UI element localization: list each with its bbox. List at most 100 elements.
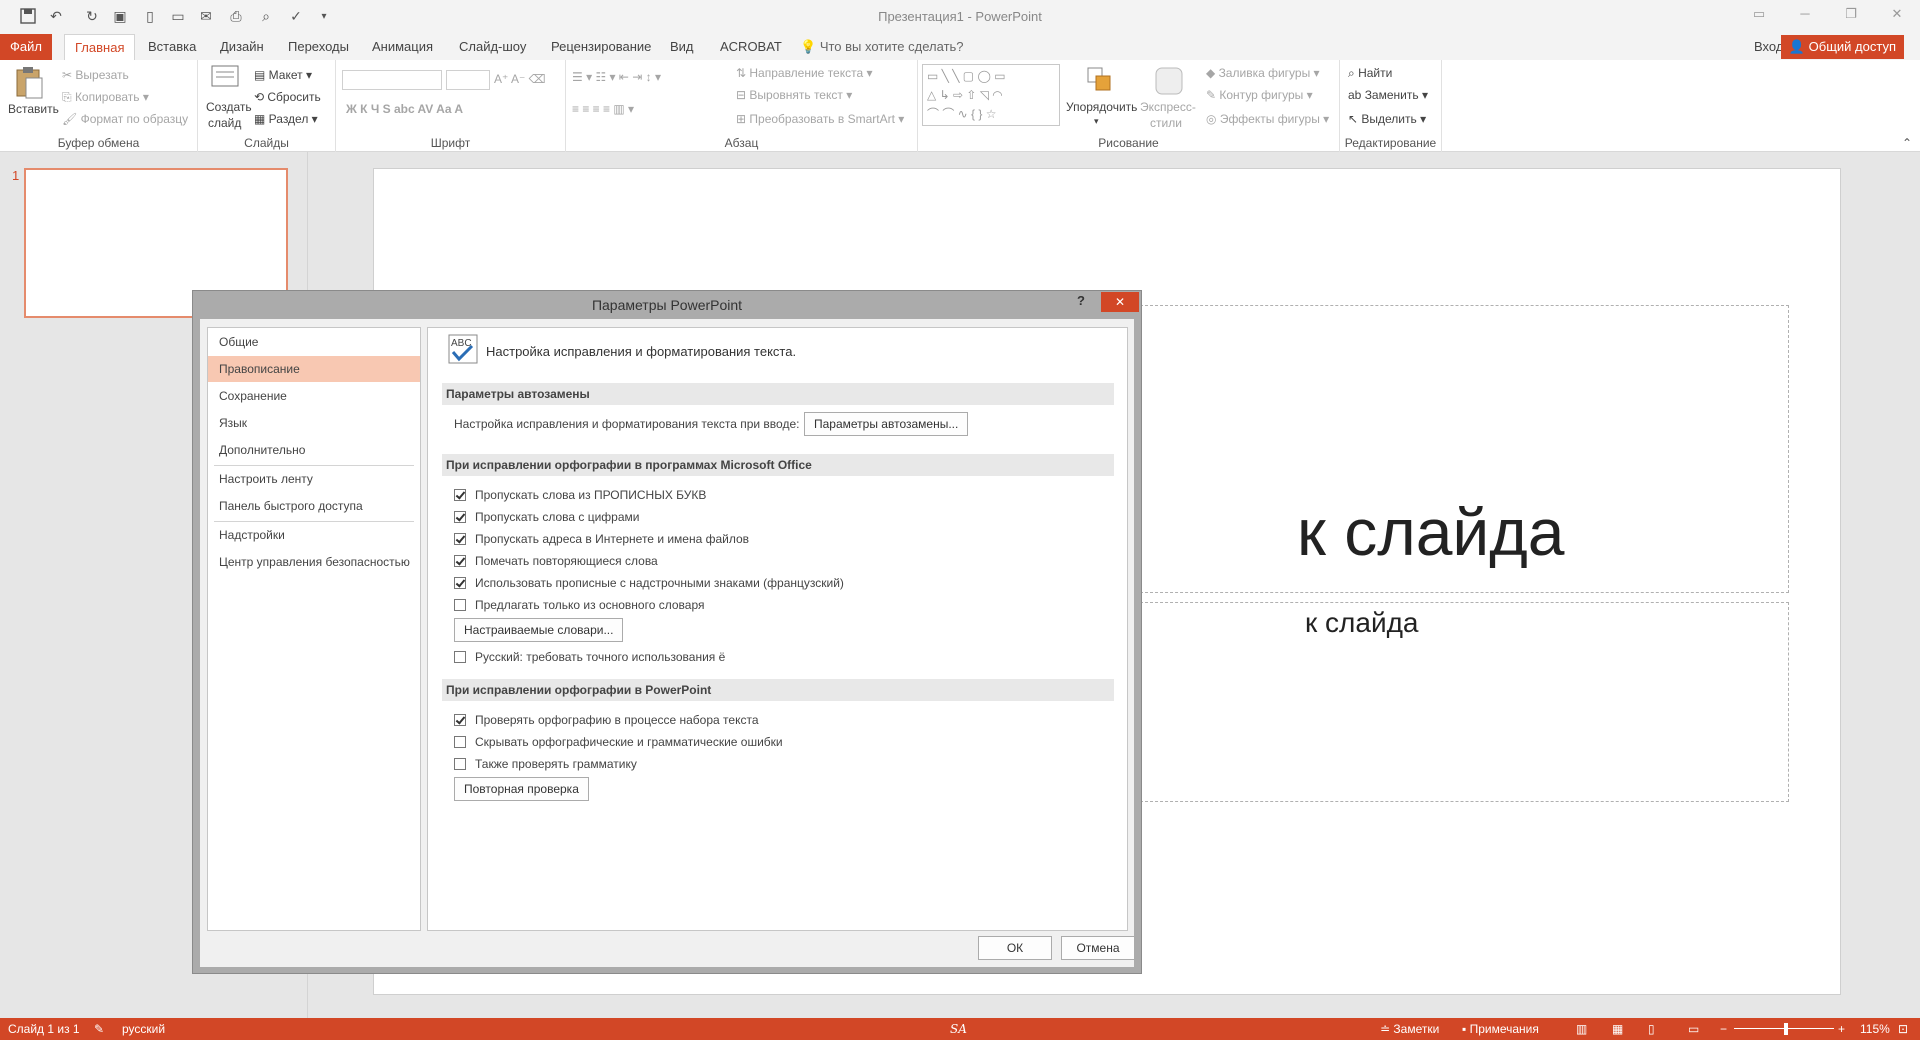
grow-font-icon[interactable]: A⁺ A⁻ ⌫ (494, 72, 546, 86)
slide-count[interactable]: Слайд 1 из 1 (8, 1022, 80, 1036)
collapse-ribbon-icon[interactable]: ⌃ (1902, 136, 1912, 150)
option-russian-yo[interactable]: Русский: требовать точного использования… (454, 648, 725, 666)
paste-button[interactable]: Вставить (8, 102, 59, 116)
quick-styles-label2[interactable]: стили (1150, 116, 1182, 130)
zoom-out-icon[interactable]: − (1720, 1022, 1727, 1036)
shape-outline-button[interactable]: ✎ Контур фигуры ▾ (1206, 88, 1313, 102)
option-ignore-numbers[interactable]: Пропускать слова с цифрами (454, 508, 639, 526)
cut-button[interactable]: ✂ Вырезать (62, 68, 129, 82)
shape-effects-button[interactable]: ◎ Эффекты фигуры ▾ (1206, 112, 1329, 126)
format-painter-button[interactable]: 🖌 Формат по образцу (62, 112, 188, 126)
find-button[interactable]: ⌕ Найти (1348, 66, 1392, 81)
font-size-select[interactable] (446, 70, 490, 90)
new-slide-label2[interactable]: слайд (208, 116, 241, 130)
checkbox[interactable] (454, 758, 466, 770)
replace-button[interactable]: ab Заменить ▾ (1348, 88, 1428, 102)
option-main-dictionary[interactable]: Предлагать только из основного словаря (454, 596, 704, 614)
checkbox[interactable] (454, 511, 466, 523)
checkbox[interactable] (454, 714, 466, 726)
select-button[interactable]: ↖ Выделить ▾ (1348, 112, 1426, 126)
zoom-in-icon[interactable]: + (1838, 1022, 1845, 1036)
smartart-button[interactable]: ⊞ Преобразовать в SmartArt ▾ (736, 112, 904, 126)
cancel-button[interactable]: Отмена (1061, 936, 1135, 960)
tab-file[interactable]: Файл (0, 34, 52, 60)
comments-button[interactable]: ▪ Примечания (1462, 1022, 1539, 1036)
paste-icon[interactable] (14, 66, 44, 99)
normal-view-icon[interactable]: ▥ (1576, 1022, 1587, 1036)
share-button[interactable]: 👤 Общий доступ (1780, 35, 1904, 59)
layout-button[interactable]: ▤ Макет ▾ (254, 68, 312, 82)
shape-fill-button[interactable]: ◆ Заливка фигуры ▾ (1206, 66, 1320, 80)
tab-home[interactable]: Главная (64, 34, 136, 60)
font-name-select[interactable] (342, 70, 442, 90)
ribbon-display-icon[interactable]: ▭ (1748, 6, 1770, 26)
fit-slide-icon[interactable]: ⊡ (1898, 1022, 1908, 1036)
nav-item-language[interactable]: Язык (208, 410, 420, 436)
nav-item-trust-center[interactable]: Центр управления безопасностью (208, 549, 420, 575)
nav-item-addins[interactable]: Надстройки (208, 522, 420, 548)
tab-insert[interactable]: Вставка (138, 34, 206, 60)
close-icon[interactable]: ✕ (1101, 292, 1139, 312)
ok-button[interactable]: ОК (978, 936, 1052, 960)
arrange-button[interactable]: Упорядочить (1066, 100, 1137, 114)
arrange-icon[interactable] (1086, 66, 1116, 96)
option-check-as-type[interactable]: Проверять орфографию в процессе набора т… (454, 711, 759, 729)
checkbox[interactable] (454, 599, 466, 611)
shapes-gallery[interactable]: ▭ ╲ ╲ ▢ ◯ ▭ △ ↳ ⇨ ⇧ ◹ ◠ ⌒ ⌒ ∿ { } ☆ (922, 64, 1060, 126)
minimize-icon[interactable]: ─ (1794, 6, 1816, 26)
autocorrect-options-button[interactable]: Параметры автозамены... (804, 412, 969, 436)
nav-item-proofing[interactable]: Правописание (208, 356, 420, 382)
section-button[interactable]: ▦ Раздел ▾ (254, 112, 318, 126)
align-text-button[interactable]: ⊟ Выровнять текст ▾ (736, 88, 852, 102)
option-french-accents[interactable]: Использовать прописные с надстрочными зн… (454, 574, 844, 592)
zoom-slider-thumb[interactable] (1784, 1023, 1788, 1035)
reading-view-icon[interactable]: ▯ (1648, 1022, 1655, 1036)
tab-view[interactable]: Вид (660, 34, 704, 60)
nav-item-customize-ribbon[interactable]: Настроить ленту (208, 466, 420, 492)
new-slide-label[interactable]: Создать (206, 100, 252, 114)
proofing-icon[interactable]: ✎ (94, 1022, 104, 1036)
restore-icon[interactable]: ❐ (1840, 6, 1862, 26)
quick-styles-icon[interactable] (1154, 66, 1184, 96)
checkbox[interactable] (454, 489, 466, 501)
option-check-grammar[interactable]: Также проверять грамматику (454, 755, 637, 773)
checkbox[interactable] (454, 736, 466, 748)
reset-button[interactable]: ⟲ Сбросить (254, 90, 321, 104)
slide-sorter-icon[interactable]: ▦ (1612, 1022, 1623, 1036)
nav-item-general[interactable]: Общие (208, 329, 420, 355)
nav-item-save[interactable]: Сохранение (208, 383, 420, 409)
copy-button[interactable]: ⎘ Копировать ▾ (62, 90, 149, 105)
recheck-button[interactable]: Повторная проверка (454, 777, 589, 801)
nav-item-advanced[interactable]: Дополнительно (208, 437, 420, 463)
option-hide-errors[interactable]: Скрывать орфографические и грамматически… (454, 733, 783, 751)
option-flag-repeated[interactable]: Помечать повторяющиеся слова (454, 552, 658, 570)
checkbox[interactable] (454, 533, 466, 545)
list-icons[interactable]: ☰ ▾ ☷ ▾ ⇤ ⇥ ↕ ▾ (572, 70, 661, 84)
option-ignore-uppercase[interactable]: Пропускать слова из ПРОПИСНЫХ БУКВ (454, 486, 706, 504)
nav-item-quick-access[interactable]: Панель быстрого доступа (208, 493, 420, 519)
align-icons[interactable]: ≡ ≡ ≡ ≡ ▥ ▾ (572, 102, 634, 116)
option-ignore-internet[interactable]: Пропускать адреса в Интернете и имена фа… (454, 530, 749, 548)
tab-animation[interactable]: Анимация (362, 34, 443, 60)
checkbox[interactable] (454, 555, 466, 567)
text-direction-button[interactable]: ⇅ Направление текста ▾ (736, 66, 873, 80)
checkbox[interactable] (454, 577, 466, 589)
font-format-icons[interactable]: Ж К Ч S abc AV Aa A (346, 102, 463, 116)
custom-dictionaries-button[interactable]: Настраиваемые словари... (454, 618, 624, 642)
tab-transitions[interactable]: Переходы (278, 34, 359, 60)
tab-design[interactable]: Дизайн (210, 34, 274, 60)
tell-me-box[interactable]: 💡 Что вы хотите сделать? (790, 34, 974, 60)
notes-button[interactable]: ≐ Заметки (1380, 1022, 1439, 1036)
tab-review[interactable]: Рецензирование (541, 34, 661, 60)
help-icon[interactable]: ? (1077, 293, 1085, 308)
close-window-icon[interactable]: ✕ (1886, 6, 1908, 26)
tab-acrobat[interactable]: ACROBAT (710, 34, 792, 60)
tab-slideshow[interactable]: Слайд-шоу (449, 34, 536, 60)
quick-styles-label[interactable]: Экспресс- (1140, 100, 1196, 114)
new-slide-icon[interactable] (210, 64, 240, 94)
zoom-level[interactable]: 115% (1860, 1022, 1890, 1036)
slideshow-view-icon[interactable]: ▭ (1688, 1022, 1699, 1036)
language-indicator[interactable]: русский (122, 1022, 165, 1036)
checkbox[interactable] (454, 651, 466, 663)
sa-indicator: SA (950, 1022, 967, 1036)
